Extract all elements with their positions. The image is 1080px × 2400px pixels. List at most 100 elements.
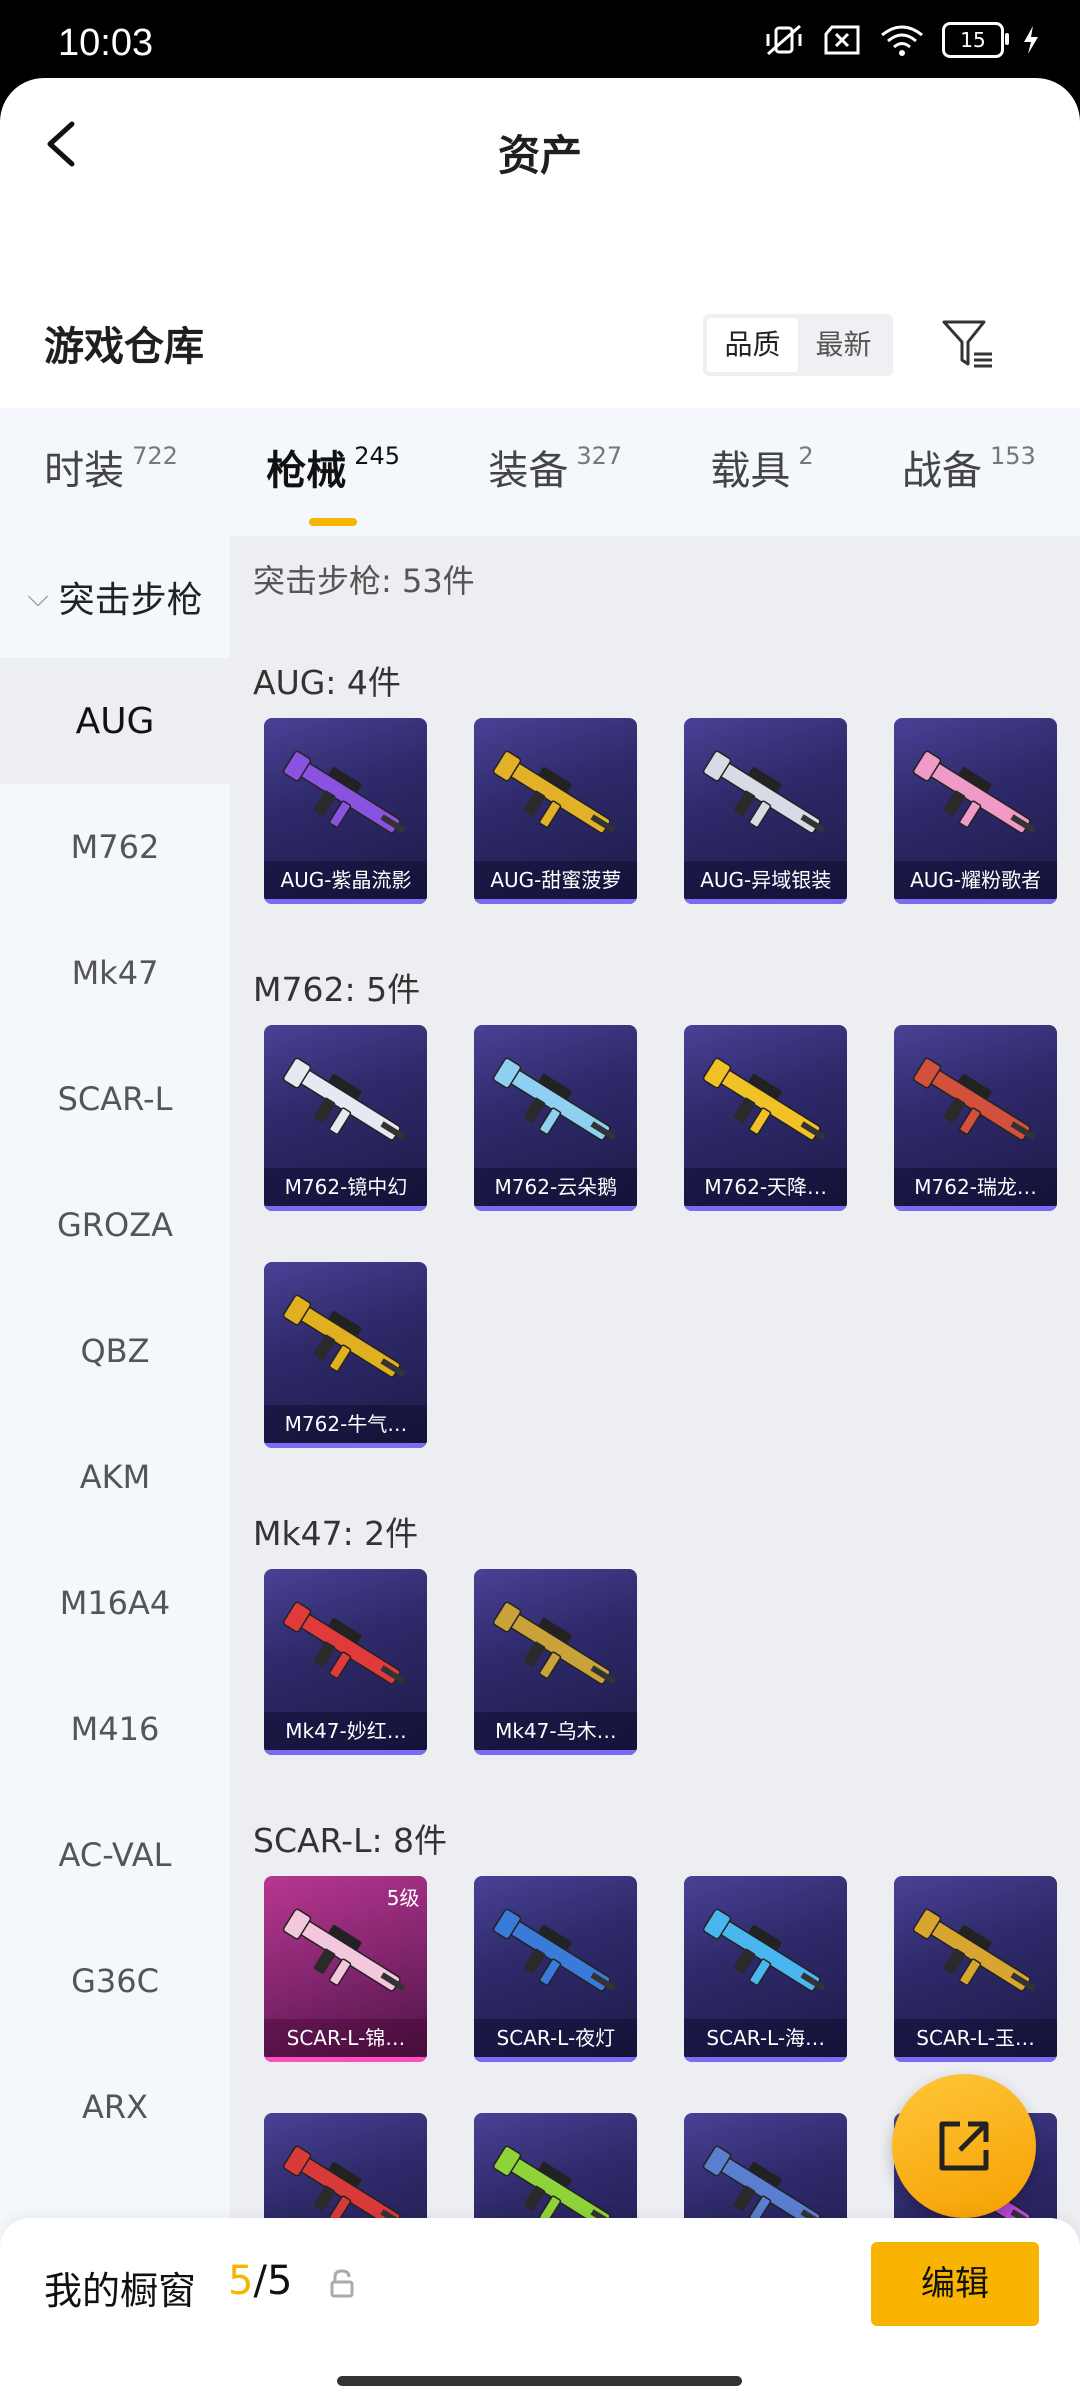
category-tabs: 时装 722 枪械 245 装备 327 载具 2 战备 153 (0, 408, 1080, 536)
section-label: Mk47: 2件 (253, 1514, 419, 1553)
weapon-card-name: SCAR-L-海… (684, 2019, 848, 2062)
sidebar-group-assault-rifles[interactable]: ⌵ 突击步枪 (0, 536, 230, 658)
share-external-icon (939, 2121, 989, 2171)
weapon-card-name: AUG-紫晶流影 (264, 861, 428, 904)
sidebar-item-akm[interactable]: AKM (0, 1414, 230, 1540)
sidebar-item-m16a4[interactable]: M16A4 (0, 1540, 230, 1666)
rifle-skin-icon (283, 1601, 407, 1685)
weapon-card[interactable]: M762-镜中幻 (264, 1025, 428, 1211)
sort-newest-button[interactable]: 最新 (798, 318, 889, 372)
sidebar-items: AUG M762 Mk47 SCAR-L GROZA QBZ AKM M16A4 M416 AC-… (0, 658, 230, 2170)
weapon-type-sidebar: ⌵ 突击步枪 AUG M762 Mk47 SCAR-L GROZA QBZ AKM M16A4… (0, 536, 230, 2296)
rifle-skin-icon (493, 1908, 617, 1992)
sort-toggle: 品质 最新 (703, 314, 893, 376)
rifle-skin-icon (493, 1057, 617, 1141)
sidebar-item-m762[interactable]: M762 (0, 784, 230, 910)
rifle-skin-icon (283, 1908, 407, 1992)
section-label: M762: 5件 (253, 970, 421, 1009)
tab-count: 245 (354, 442, 401, 470)
rifle-skin-icon (912, 1908, 1036, 1992)
rifle-skin-icon (703, 1908, 826, 1992)
sim-off-icon (824, 25, 860, 55)
weapon-card-name: SCAR-L-锦… (264, 2019, 428, 2062)
weapon-card[interactable]: AUG-耀粉歌者 (894, 718, 1058, 904)
showcase-current: 5 (228, 2258, 254, 2304)
tab-combat-gear[interactable]: 战备 153 (902, 438, 1036, 506)
weapon-card[interactable]: AUG-紫晶流影 (264, 718, 428, 904)
tab-label: 战备 (901, 448, 982, 494)
mute-vibrate-icon (766, 24, 802, 56)
weapon-card[interactable]: Mk47-妙红… (264, 1569, 428, 1755)
weapon-card-name: SCAR-L-玉… (894, 2019, 1058, 2062)
sort-quality-button[interactable]: 品质 (707, 318, 798, 372)
subcategory-count: 突击步枪: 53件 (253, 562, 475, 600)
weapon-card[interactable]: M762-牛气… (264, 1262, 428, 1448)
sidebar-item-m416[interactable]: M416 (0, 1666, 230, 1792)
weapon-card-name: SCAR-L-夜灯 (474, 2019, 638, 2062)
weapon-card[interactable]: M762-瑞龙… (894, 1025, 1058, 1211)
weapon-card-name: AUG-甜蜜菠萝 (474, 861, 638, 904)
showcase-total: 5 (266, 2258, 293, 2304)
weapon-card-name: AUG-异域银装 (684, 861, 848, 904)
filter-icon[interactable] (938, 314, 998, 374)
rifle-skin-icon (493, 750, 617, 834)
sidebar-item-qbz[interactable]: QBZ (0, 1288, 230, 1414)
section-label: AUG: 4件 (253, 663, 401, 702)
charging-icon (1024, 26, 1038, 54)
showcase-bar: 我的橱窗 5/5 编辑 (0, 2218, 1080, 2400)
rifle-skin-icon (703, 750, 826, 834)
weapon-card[interactable]: AUG-异域银装 (684, 718, 848, 904)
weapon-card-name: Mk47-乌木… (474, 1712, 638, 1755)
tab-firearms[interactable]: 枪械 245 (266, 438, 401, 526)
tab-count: 722 (132, 442, 178, 470)
weapon-card[interactable]: 5级 SCAR-L-锦… (264, 1876, 428, 2062)
sidebar-item-scar-l[interactable]: SCAR-L (0, 1036, 230, 1162)
rifle-skin-icon (283, 1294, 407, 1378)
weapon-card[interactable]: Mk47-乌木… (474, 1569, 638, 1755)
rifle-skin-icon (283, 1057, 407, 1141)
sidebar-item-aug[interactable]: AUG (0, 658, 230, 784)
tab-equipment[interactable]: 装备 327 (488, 438, 622, 506)
tab-label: 枪械 (266, 448, 347, 494)
page-title: 资产 (497, 131, 582, 180)
weapon-card[interactable]: SCAR-L-玉… (894, 1876, 1058, 2062)
wifi-icon (881, 25, 923, 56)
battery-level: 15 (960, 28, 986, 52)
sidebar-item-arx[interactable]: ARX (0, 2044, 230, 2170)
rifle-skin-icon (283, 750, 407, 834)
section-label: SCAR-L: 8件 (253, 1821, 448, 1860)
rifle-skin-icon (912, 750, 1036, 834)
tab-vehicles[interactable]: 载具 2 (710, 438, 813, 506)
rifle-skin-icon (912, 1057, 1036, 1141)
weapon-card[interactable]: M762-天降… (684, 1025, 848, 1211)
weapon-card[interactable]: M762-云朵鹅 (474, 1025, 638, 1211)
sidebar-item-mk47[interactable]: Mk47 (0, 910, 230, 1036)
tab-count: 153 (989, 442, 1036, 470)
weapon-card-name: M762-瑞龙… (894, 1168, 1058, 1211)
home-indicator[interactable] (337, 2376, 742, 2386)
weapon-card-name: Mk47-妙红… (264, 1712, 428, 1755)
tab-fashion[interactable]: 时装 722 (44, 438, 178, 506)
lock-icon (330, 2269, 354, 2298)
status-bar: 10:03 15 (0, 0, 1080, 78)
weapon-card-name: M762-镜中幻 (264, 1168, 428, 1211)
status-time: 10:03 (58, 22, 154, 64)
tab-label: 装备 (488, 448, 569, 494)
battery-indicator: 15 (942, 22, 1009, 58)
chevron-down-icon: ⌵ (27, 580, 49, 613)
weapon-card[interactable]: SCAR-L-夜灯 (474, 1876, 638, 2062)
sidebar-item-groza[interactable]: GROZA (0, 1162, 230, 1288)
assets-sheet: 资产 游戏仓库 品质 最新 时装 722 枪械 245 装备 327 载具 2 … (0, 78, 1080, 2400)
sidebar-item-g36c[interactable]: G36C (0, 1918, 230, 2044)
weapon-card[interactable]: SCAR-L-海… (684, 1876, 848, 2062)
tab-count: 327 (576, 442, 623, 470)
status-icons: 15 (764, 22, 1040, 58)
share-button[interactable] (892, 2074, 1036, 2218)
weapon-card[interactable]: AUG-甜蜜菠萝 (474, 718, 638, 904)
rifle-skin-icon (493, 1601, 617, 1685)
edit-button[interactable]: 编辑 (871, 2242, 1039, 2326)
tab-label: 时装 (44, 448, 125, 494)
sidebar-item-ac-val[interactable]: AC-VAL (0, 1792, 230, 1918)
rifle-skin-icon (703, 1057, 826, 1141)
weapon-card-name: M762-牛气… (264, 1405, 428, 1448)
